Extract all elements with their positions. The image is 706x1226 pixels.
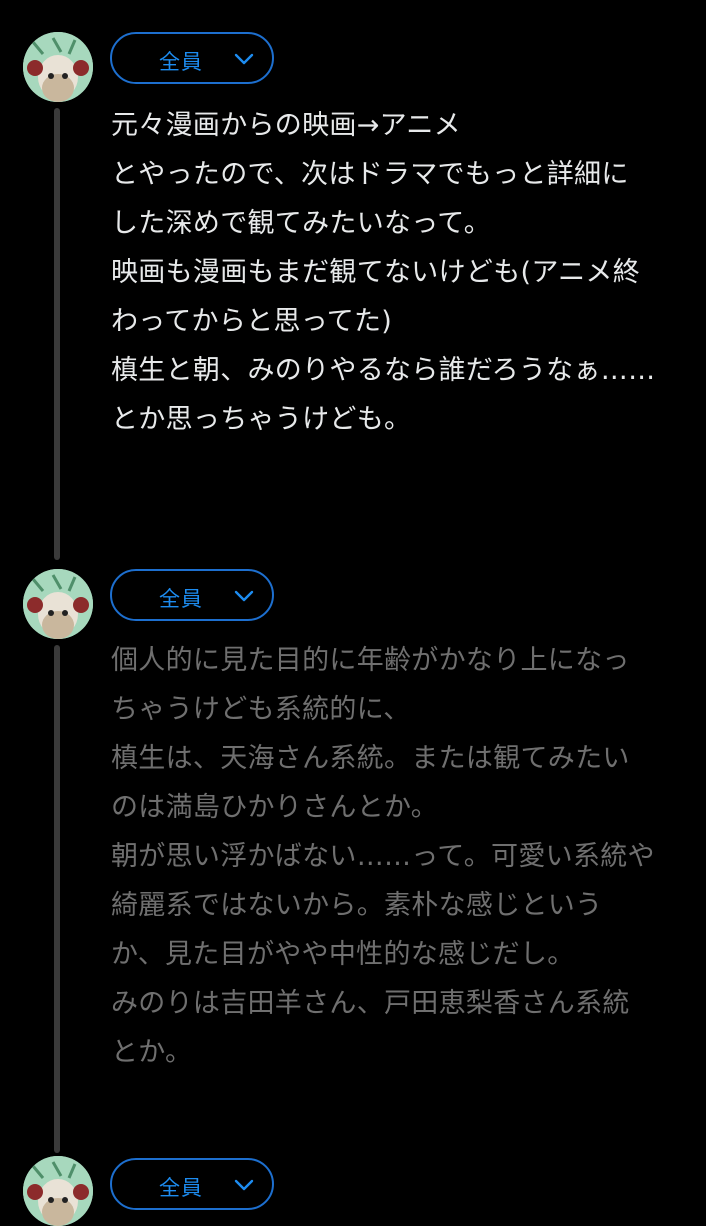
text-line: 朝が思い浮かばない……って。可愛い系統や <box>111 841 655 872</box>
text-line: のは満島ひかりさんとか。 <box>111 792 439 823</box>
text-line: 個人的に見た目的に年齢がかなり上になっ <box>111 645 630 676</box>
composer-post-2: 全員 個人的に見た目的に年齢がかなり上になっ ちゃうけども系統的に、 槙生は、天… <box>0 569 706 1159</box>
post-text[interactable]: 元々漫画からの映画→アニメ とやったので、次はドラマでもっと詳細に した深めで観… <box>111 101 691 444</box>
frog-avatar[interactable] <box>23 1156 93 1226</box>
frog-avatar[interactable] <box>23 32 93 102</box>
text-line: とか思っちゃうけども。 <box>111 404 412 435</box>
chevron-down-icon <box>234 53 254 65</box>
text-line: とやったので、次はドラマでもっと詳細に <box>111 159 629 190</box>
audience-selector[interactable]: 全員 <box>110 1158 274 1210</box>
text-line: わってからと思ってた) <box>111 306 393 337</box>
text-line: 槙生は、天海さん系統。または観てみたい <box>111 743 630 774</box>
audience-label: 全員 <box>159 50 203 74</box>
text-line: 元々漫画からの映画→アニメ <box>111 110 461 141</box>
frog-avatar[interactable] <box>23 569 93 639</box>
text-line: 綺麗系ではないから。素朴な感じという <box>111 890 603 921</box>
audience-selector[interactable]: 全員 <box>110 32 274 84</box>
chevron-down-icon <box>234 590 254 602</box>
text-line: みのりは吉田羊さん、戸田恵梨香さん系統 <box>111 988 630 1019</box>
audience-selector[interactable]: 全員 <box>110 569 274 621</box>
composer-post-1: 全員 元々漫画からの映画→アニメ とやったので、次はドラマでもっと詳細に した深… <box>0 32 706 572</box>
post-text[interactable]: 個人的に見た目的に年齢がかなり上になっ ちゃうけども系統的に、 槙生は、天海さん… <box>111 636 691 1077</box>
chevron-down-icon <box>234 1179 254 1191</box>
audience-label: 全員 <box>159 587 203 611</box>
audience-label: 全員 <box>159 1176 203 1200</box>
thread-line <box>54 645 60 1153</box>
text-line: か、見た目がやや中性的な感じだし。 <box>111 939 575 970</box>
text-line: とか。 <box>111 1037 193 1068</box>
text-line: した深めで観てみたいなって。 <box>111 208 492 239</box>
text-line: ちゃうけども系統的に、 <box>111 694 411 725</box>
thread-line <box>54 108 60 560</box>
text-line: 槙生と朝、みのりやるなら誰だろうなぁ…… <box>111 355 656 386</box>
composer-post-3: 全員 <box>0 1156 706 1226</box>
text-line: 映画も漫画もまだ観てないけども(アニメ終 <box>111 257 640 288</box>
